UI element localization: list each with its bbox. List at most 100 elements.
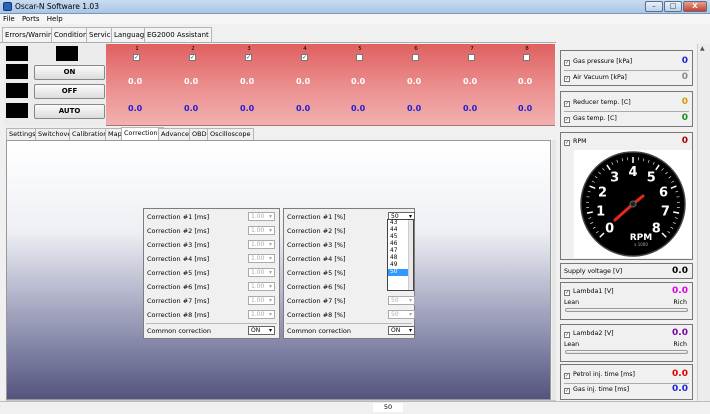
correction-dropdown[interactable]: 1.00 xyxy=(248,226,275,235)
gas-pressure-value: 0 xyxy=(681,56,688,66)
tab-eg2000-assistant[interactable]: EG2000 Assistant xyxy=(144,27,212,42)
title-bar: Oscar-N Software 1.03 – □ X xyxy=(0,0,710,14)
air-vacuum-row: ✓ Air Vacuum [kPa] xyxy=(564,74,627,82)
gas-inj-row: ✓ Gas inj. time [ms] xyxy=(564,386,629,394)
correction-dropdown[interactable]: 1.00 xyxy=(248,212,275,221)
channel-value: 0.0 xyxy=(296,77,311,86)
correction-dropdown[interactable]: 1.00 xyxy=(248,310,275,319)
correction-dropdown[interactable]: 50 xyxy=(388,310,415,319)
correction-dropdown[interactable]: 50 xyxy=(388,296,415,305)
correction-label: Correction #5 [%] xyxy=(287,269,346,277)
reducer-temp-value: 0 xyxy=(681,97,688,107)
channel-number: 8 xyxy=(525,46,529,52)
off-button[interactable]: OFF xyxy=(34,84,105,99)
tab-oscilloscope[interactable]: Oscilloscope xyxy=(207,128,254,140)
correction-dropdown[interactable]: 1.00 xyxy=(248,240,275,249)
gauge-number: 1 xyxy=(596,204,605,219)
gauge-number: 0 xyxy=(605,221,614,236)
common-correction-label: Common correction xyxy=(147,327,212,335)
correction-label: Correction #8 [ms] xyxy=(147,311,210,319)
lambda1-rich-label: Rich xyxy=(673,299,687,306)
channel-checkbox[interactable] xyxy=(468,54,475,61)
indicator-square xyxy=(6,64,28,79)
channel-checkbox[interactable] xyxy=(523,54,530,61)
gas-pressure-row: ✓ Gas pressure [kPa] xyxy=(564,58,632,66)
gauge-number: 2 xyxy=(598,185,607,200)
channel-number: 2 xyxy=(191,46,195,52)
channel-value-blue: 0.0 xyxy=(128,104,143,113)
lambda1-label: Lambda1 [V] xyxy=(573,288,614,295)
gas-pressure-label: Gas pressure [kPa] xyxy=(573,58,633,65)
indicator-square xyxy=(6,46,28,61)
correction-label: Correction #2 [ms] xyxy=(147,227,210,235)
channel-checkbox[interactable]: ✓ xyxy=(189,54,196,61)
petrol-inj-checkbox[interactable]: ✓ xyxy=(564,373,570,379)
channel-number: 3 xyxy=(247,46,251,52)
maximize-button[interactable]: □ xyxy=(664,1,682,12)
correction-dropdown[interactable]: 1.00 xyxy=(248,268,275,277)
gauge-number: 6 xyxy=(659,185,668,200)
correction-dropdown[interactable]: 1.00 xyxy=(248,296,275,305)
channel-number: 6 xyxy=(414,46,418,52)
pressure-box: ✓ Gas pressure [kPa] 0 ✓ Air Vacuum [kPa] 0 xyxy=(560,50,693,86)
status-value: 50 xyxy=(373,403,403,412)
close-button[interactable]: X xyxy=(683,1,707,12)
supply-voltage-row: Supply voltage [V] xyxy=(564,268,622,275)
channel-checkbox[interactable] xyxy=(356,54,363,61)
correction-dropdown[interactable]: 1.00 xyxy=(248,254,275,263)
gas-inj-checkbox[interactable]: ✓ xyxy=(564,388,570,394)
gas-pressure-checkbox[interactable]: ✓ xyxy=(564,60,570,66)
channel-checkbox[interactable] xyxy=(412,54,419,61)
gas-inj-value: 0.0 xyxy=(672,384,688,394)
sub-tabs: Settings Switchover Calibration Map Corr… xyxy=(6,127,556,140)
divider xyxy=(564,383,689,384)
common-correction-label: Common correction xyxy=(287,327,352,335)
on-button[interactable]: ON xyxy=(34,65,105,80)
supply-voltage-value: 0.0 xyxy=(672,266,688,276)
divider xyxy=(564,70,689,71)
channel-checkbox[interactable]: ✓ xyxy=(301,54,308,61)
correction-dropdown[interactable]: 1.00 xyxy=(248,282,275,291)
rpm-row: ✓ RPM xyxy=(564,138,587,146)
lambda2-label: Lambda2 [V] xyxy=(573,330,614,337)
window-title: Oscar-N Software 1.03 xyxy=(15,2,99,11)
supply-voltage-box: Supply voltage [V] 0.0 xyxy=(560,263,693,279)
air-vacuum-label: Air Vacuum [kPa] xyxy=(573,74,627,81)
channel-value: 0.0 xyxy=(518,77,533,86)
menu-file[interactable]: File xyxy=(1,14,17,24)
lambda2-checkbox[interactable]: ✓ xyxy=(564,332,570,338)
menu-ports[interactable]: Ports xyxy=(20,14,42,24)
channel-value-blue: 0.0 xyxy=(463,104,478,113)
gas-temp-row: ✓ Gas temp. [C] xyxy=(564,115,617,123)
scroll-up-icon[interactable]: ▲ xyxy=(700,45,705,52)
right-scrollbar[interactable]: ▲ ▼ xyxy=(697,44,710,414)
channel-value-blue: 0.0 xyxy=(407,104,422,113)
channel-number: 1 xyxy=(135,46,139,52)
menu-help[interactable]: Help xyxy=(45,14,65,24)
channel-value-blue: 0.0 xyxy=(184,104,199,113)
lambda1-row: ✓ Lambda1 [V] xyxy=(564,288,614,296)
gauge-number: 3 xyxy=(610,171,619,186)
indicator-square xyxy=(56,46,78,61)
rpm-checkbox[interactable]: ✓ xyxy=(564,140,570,146)
common-correction-dropdown[interactable]: ON xyxy=(388,326,415,335)
air-vacuum-checkbox[interactable]: ✓ xyxy=(564,76,570,82)
correction-label: Correction #7 [ms] xyxy=(147,297,210,305)
tab-settings[interactable]: Settings xyxy=(6,128,39,140)
channel-value-blue: 0.0 xyxy=(518,104,533,113)
common-correction-dropdown[interactable]: ON xyxy=(248,326,275,335)
channel-number: 5 xyxy=(358,46,362,52)
corrections-ms-box: Correction #1 [ms] 1.00 Correction #2 [ms]… xyxy=(143,208,280,339)
lambda2-value: 0.0 xyxy=(672,328,688,338)
auto-button[interactable]: AUTO xyxy=(34,104,105,119)
minimize-button[interactable]: – xyxy=(645,1,663,12)
gas-temp-label: Gas temp. [C] xyxy=(573,115,617,122)
top-tabs: Errors/Warnings Conditions Service Langu… xyxy=(0,25,556,43)
channel-panel: 1 ✓ 0.0 0.0 2 ✓ 0.0 0.0 3 ✓ 0.0 0.0 4 ✓ 0.0 0.0 5 0.0 0.0 6… xyxy=(106,44,555,126)
lambda1-checkbox[interactable]: ✓ xyxy=(564,290,570,296)
gas-temp-checkbox[interactable]: ✓ xyxy=(564,117,570,123)
channel-checkbox[interactable]: ✓ xyxy=(133,54,140,61)
reducer-temp-checkbox[interactable]: ✓ xyxy=(564,101,570,107)
channel-checkbox[interactable]: ✓ xyxy=(245,54,252,61)
dropdown-scrollbar[interactable] xyxy=(408,220,413,290)
